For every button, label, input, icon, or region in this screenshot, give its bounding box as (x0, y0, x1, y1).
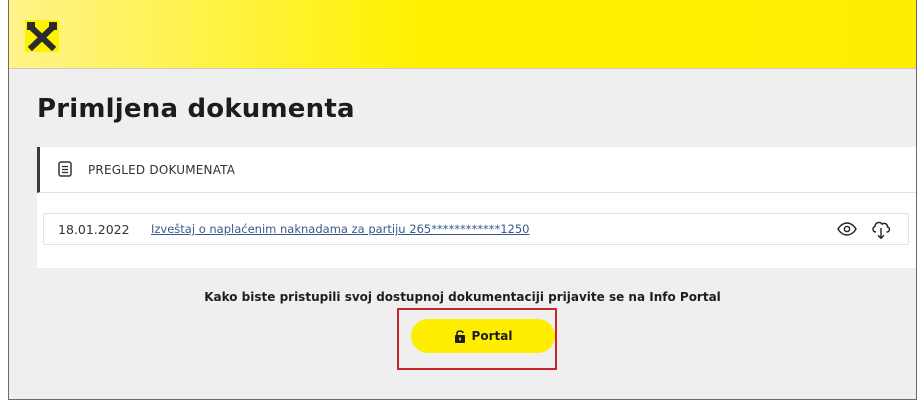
card-header[interactable]: PREGLED DOKUMENATA (37, 147, 916, 193)
app-frame: Primljena dokumenta PREGLED DOKUMENATA 1… (8, 0, 917, 400)
info-text: Kako biste pristupili svoj dostupnoj dok… (204, 290, 721, 304)
portal-button-label: Portal (471, 329, 513, 343)
top-bar (9, 0, 916, 69)
document-link[interactable]: Izveštaj o naplaćenim naknadama za parti… (151, 222, 529, 236)
cloud-download-icon[interactable] (870, 218, 892, 240)
raiffeisen-cross-icon[interactable] (25, 20, 59, 52)
document-date: 18.01.2022 (58, 222, 130, 237)
documents-card: PREGLED DOKUMENATA 18.01.2022 Izveštaj o… (37, 147, 916, 268)
page-title: Primljena dokumenta (37, 94, 355, 124)
card-header-label: PREGLED DOKUMENATA (88, 163, 236, 177)
document-row: 18.01.2022 Izveštaj o naplaćenim naknada… (43, 213, 909, 245)
portal-button[interactable]: Portal (411, 319, 555, 353)
eye-icon[interactable] (837, 221, 857, 237)
unlock-icon (454, 330, 465, 343)
document-icon (58, 161, 72, 177)
